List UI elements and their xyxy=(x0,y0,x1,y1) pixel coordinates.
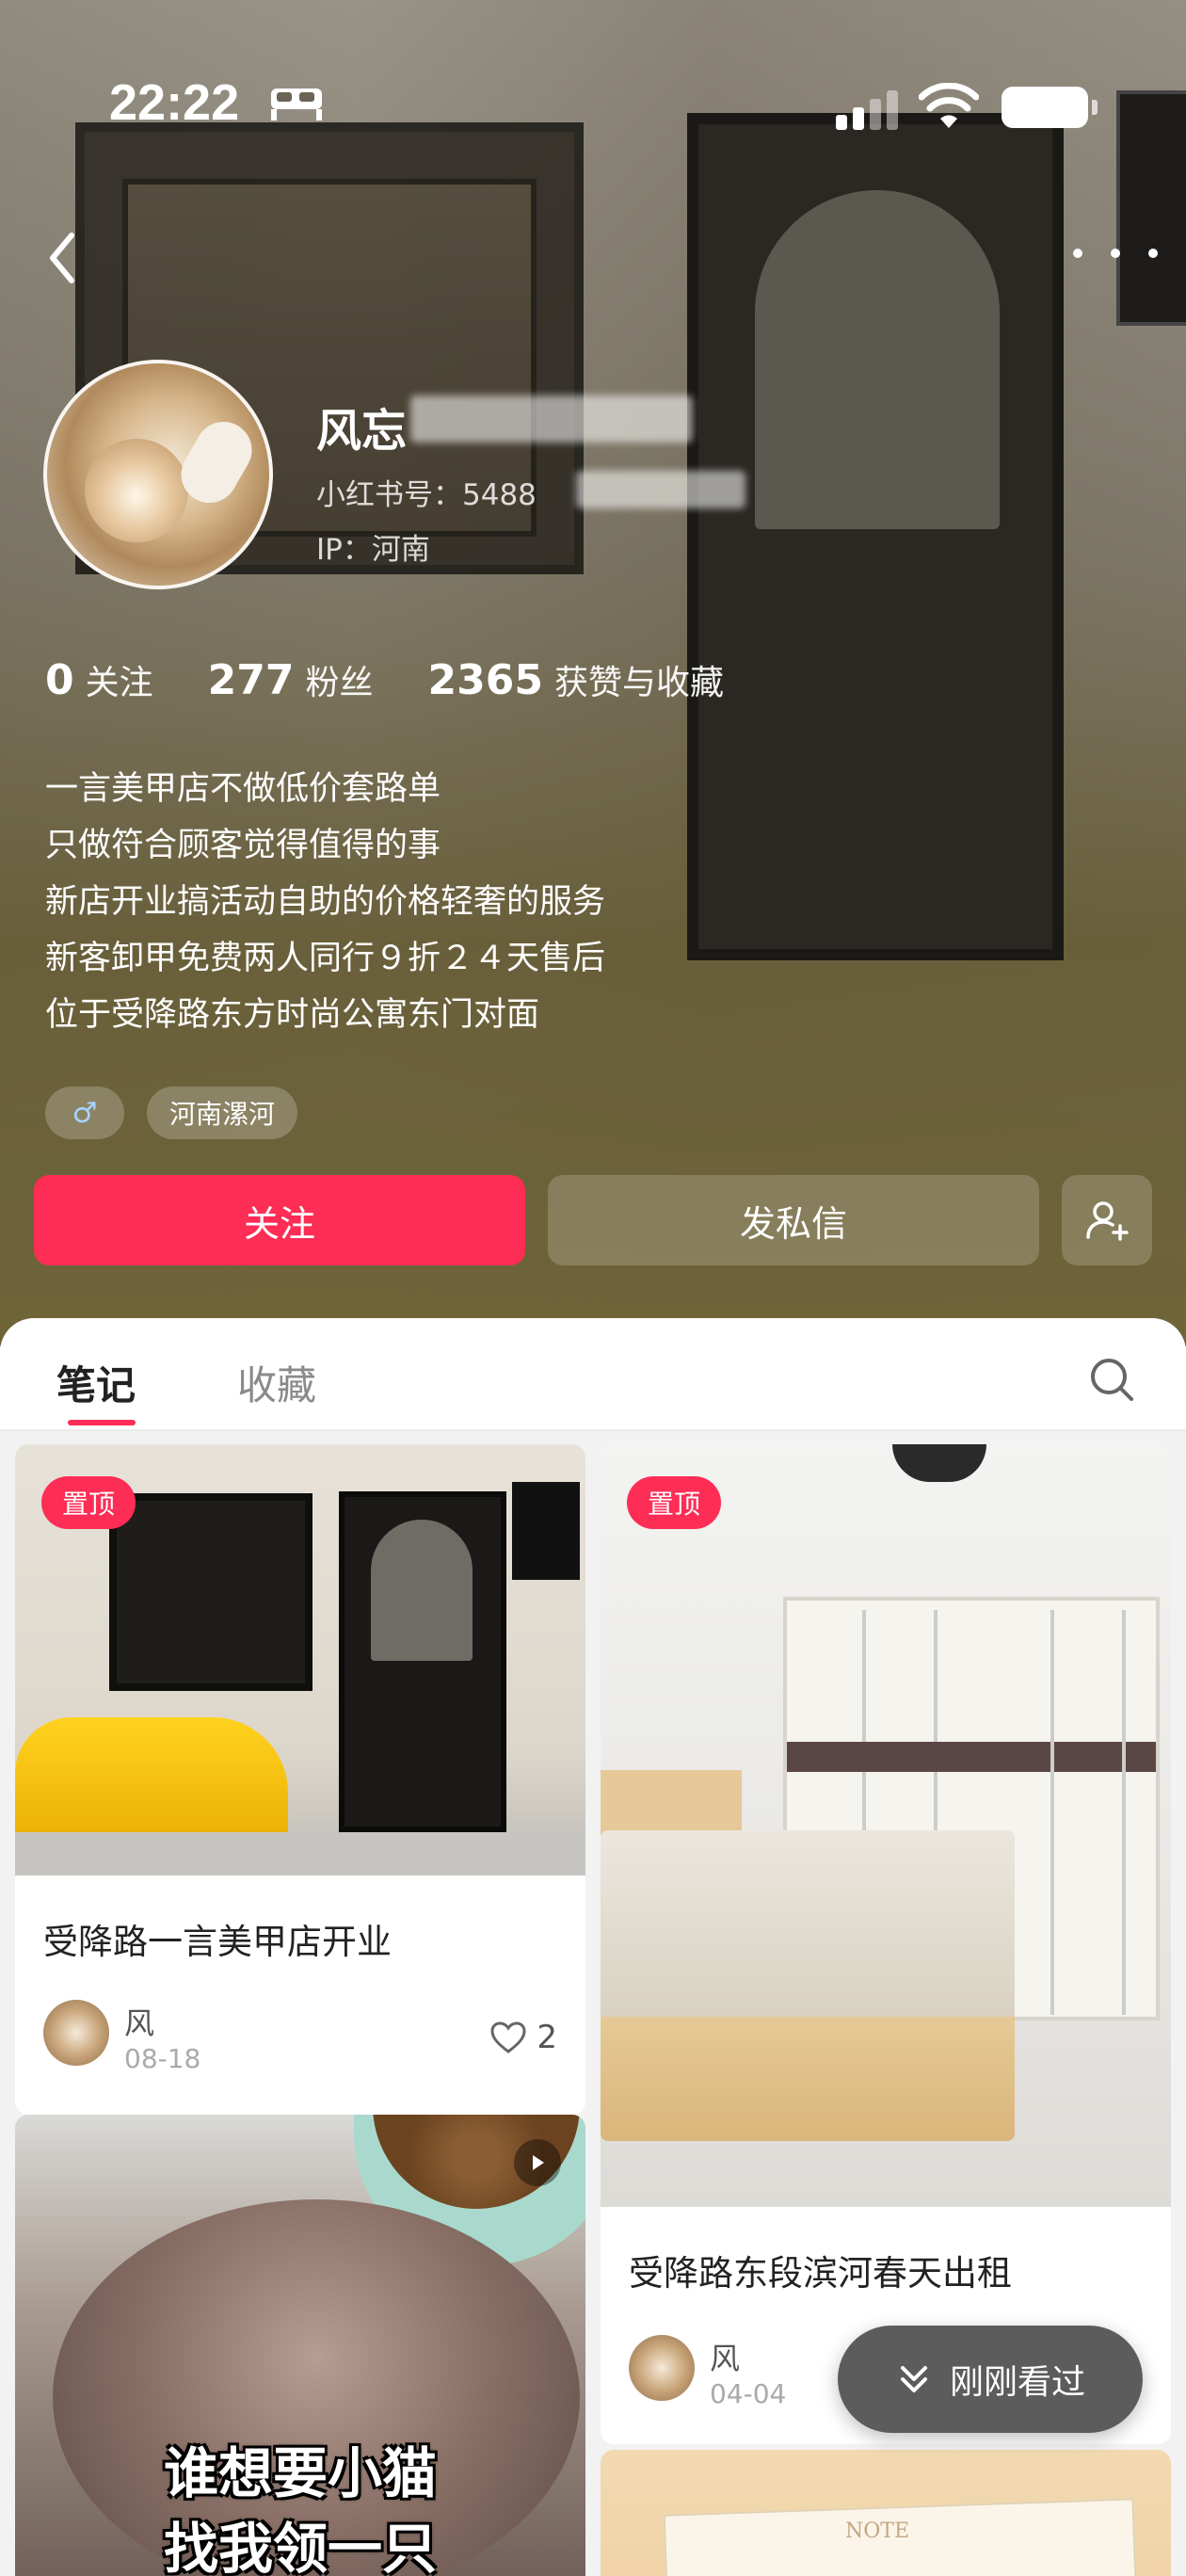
bio-line: 一言美甲店不做低价套路单 xyxy=(45,770,441,808)
red-id[interactable]: 小红书号：5488 xyxy=(316,471,537,513)
bio-line: 位于受降路东方时尚公寓东门对面 xyxy=(45,996,540,1034)
cover-caption-line: 谁想要小猫 xyxy=(163,2441,437,2505)
profile-actions: 关注 发私信 xyxy=(34,1175,1152,1265)
video-play-icon xyxy=(514,2139,561,2186)
double-chevron-down-icon xyxy=(900,2366,927,2392)
add-user-icon xyxy=(1086,1201,1129,1241)
bio-line: 新店开业搞活动自助的价格轻奢的服务 xyxy=(45,883,606,921)
message-button[interactable]: 发私信 xyxy=(548,1175,1039,1265)
note-title: 受降路东段滨河春天出租 xyxy=(629,2253,1012,2294)
status-time: 22:22 xyxy=(109,74,240,131)
bio-line: 只做符合顾客觉得值得的事 xyxy=(45,827,441,864)
author-avatar xyxy=(43,2000,109,2066)
profile-stats: 0 关注 277 粉丝 2365 获赞与收藏 xyxy=(45,655,778,704)
redacted-red-id xyxy=(576,471,745,508)
like-count[interactable]: 2 xyxy=(489,2019,557,2056)
profile-tags: ♂ 河南漯河 xyxy=(45,1087,320,1139)
back-arrow-icon[interactable] xyxy=(38,222,94,294)
likes-and-saves-count[interactable]: 2365 获赞与收藏 xyxy=(428,655,724,704)
note-title: 受降路一言美甲店开业 xyxy=(43,1922,392,1962)
battery-icon xyxy=(1002,87,1098,128)
signal-icon xyxy=(836,90,898,130)
bio: 一言美甲店不做低价套路单 只做符合顾客觉得值得的事 新店开业搞活动自助的价格轻奢… xyxy=(45,761,1081,1043)
more-options-button[interactable] xyxy=(1073,232,1158,275)
tab-bar: 笔记 收藏 xyxy=(0,1318,1186,1431)
followers-count[interactable]: 277 粉丝 xyxy=(208,655,374,704)
ip-location: IP：河南 xyxy=(316,533,430,567)
heart-icon xyxy=(490,2021,526,2053)
location-tag: 河南漯河 xyxy=(147,1087,298,1139)
note-card[interactable]: 置顶 受降路东段滨河春天出租 风 04-04 xyxy=(601,1444,1171,2444)
note-date: 08-18 xyxy=(124,2043,201,2074)
sleep-mode-icon xyxy=(271,89,322,121)
author-name: 风 xyxy=(124,2005,155,2041)
wifi-icon xyxy=(919,83,979,128)
pinned-badge: 置顶 xyxy=(41,1476,136,1529)
cover-caption-line: 找我领一只 xyxy=(163,2517,437,2576)
note-cover-image xyxy=(601,1444,1171,2207)
nickname: 风忘 xyxy=(316,405,408,458)
profile-header: 22:22 风忘 小红书号：5488 IP：河南 0 关注 277 粉丝 236… xyxy=(0,0,1186,1346)
note-cover-image: NOTE xyxy=(601,2450,1171,2576)
redacted-nickname xyxy=(410,395,693,443)
follow-button[interactable]: 关注 xyxy=(34,1175,525,1265)
background-sign xyxy=(1116,90,1186,326)
recently-viewed-button[interactable]: 刚刚看过 xyxy=(838,2326,1143,2433)
gender-tag: ♂ xyxy=(45,1087,124,1139)
add-friend-button[interactable] xyxy=(1062,1175,1152,1265)
bio-line: 新客卸甲免费两人同行９折２４天售后 xyxy=(45,940,606,977)
search-icon[interactable] xyxy=(1086,1354,1137,1405)
active-tab-indicator xyxy=(68,1420,136,1425)
note-paper-label: NOTE xyxy=(845,2520,910,2543)
note-date: 04-04 xyxy=(710,2378,787,2409)
note-card[interactable]: 谁想要小猫 找我领一只 xyxy=(15,2115,585,2576)
tab-favorites[interactable]: 收藏 xyxy=(237,1354,316,1411)
note-card[interactable]: NOTE xyxy=(601,2450,1171,2576)
author-avatar xyxy=(629,2335,695,2401)
pinned-badge: 置顶 xyxy=(627,1476,722,1529)
author-name: 风 xyxy=(710,2341,741,2376)
tab-notes[interactable]: 笔记 xyxy=(56,1354,136,1411)
following-count[interactable]: 0 关注 xyxy=(45,655,153,704)
avatar[interactable] xyxy=(43,360,273,589)
note-card[interactable]: 置顶 受降路一言美甲店开业 风 08-18 2 xyxy=(15,1444,585,2115)
